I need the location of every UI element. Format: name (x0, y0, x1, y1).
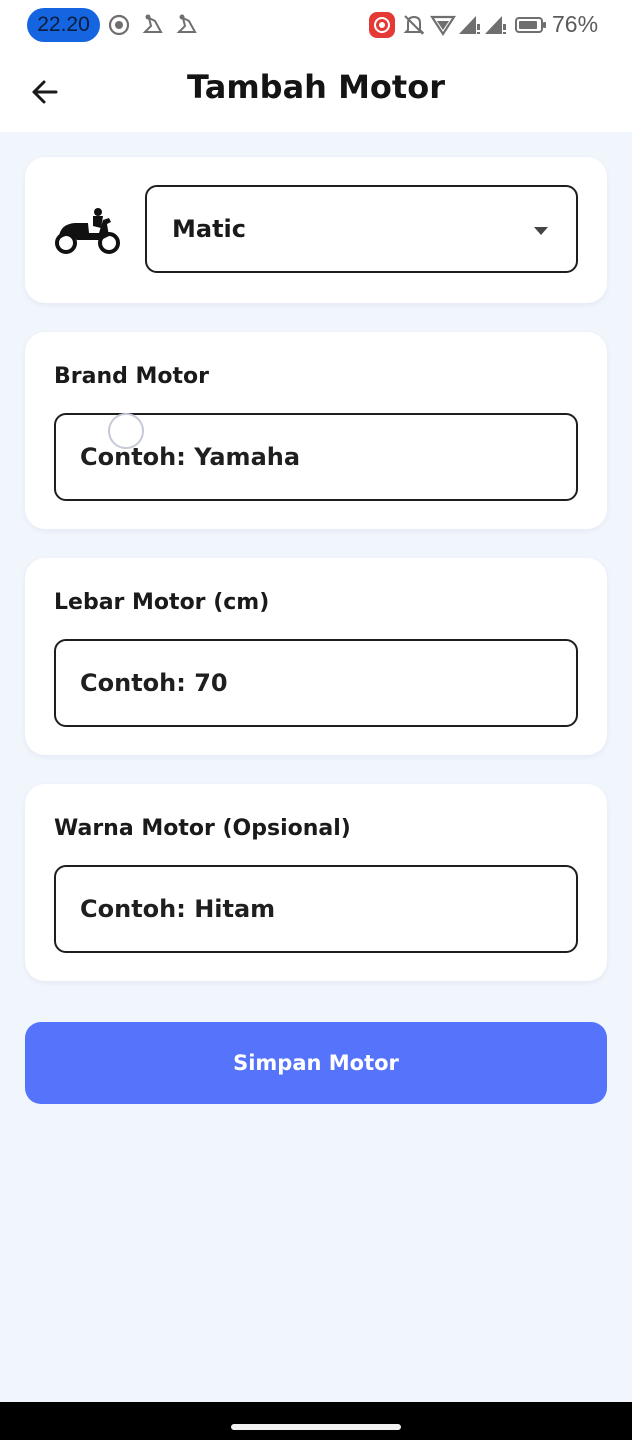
walk-icon (176, 14, 197, 33)
screen-record-icon (108, 14, 130, 36)
touch-indicator (108, 413, 144, 449)
signal-icon (485, 16, 506, 34)
caret-down-icon (534, 227, 548, 235)
motor-type-value: Matic (172, 215, 247, 243)
bell-off-icon (403, 15, 425, 35)
battery-icon (515, 17, 546, 33)
page-title: Tambah Motor (187, 68, 445, 106)
brand-label: Brand Motor (54, 364, 210, 389)
status-bar: 22.20 76% (0, 0, 632, 52)
color-label: Warna Motor (Opsional) (54, 816, 351, 841)
status-time: 22.20 (27, 8, 100, 42)
recorder-icon (369, 12, 395, 38)
battery-percentage: 76% (552, 11, 599, 37)
save-motor-button[interactable]: Simpan Motor (25, 1022, 607, 1104)
wifi-icon (430, 15, 456, 37)
color-card: Warna Motor (Opsional) (25, 784, 607, 981)
scooter-icon (55, 208, 120, 254)
navigation-bar (0, 1402, 632, 1440)
color-input[interactable] (54, 865, 578, 953)
home-indicator[interactable] (231, 1424, 401, 1430)
width-label: Lebar Motor (cm) (54, 590, 270, 615)
app-bar: Tambah Motor (0, 52, 632, 132)
width-card: Lebar Motor (cm) (25, 558, 607, 755)
width-input[interactable] (54, 639, 578, 727)
walk-icon (142, 14, 163, 33)
motor-type-dropdown[interactable]: Matic (145, 185, 578, 273)
motor-type-card: Matic (25, 157, 607, 303)
signal-icon (459, 16, 480, 34)
